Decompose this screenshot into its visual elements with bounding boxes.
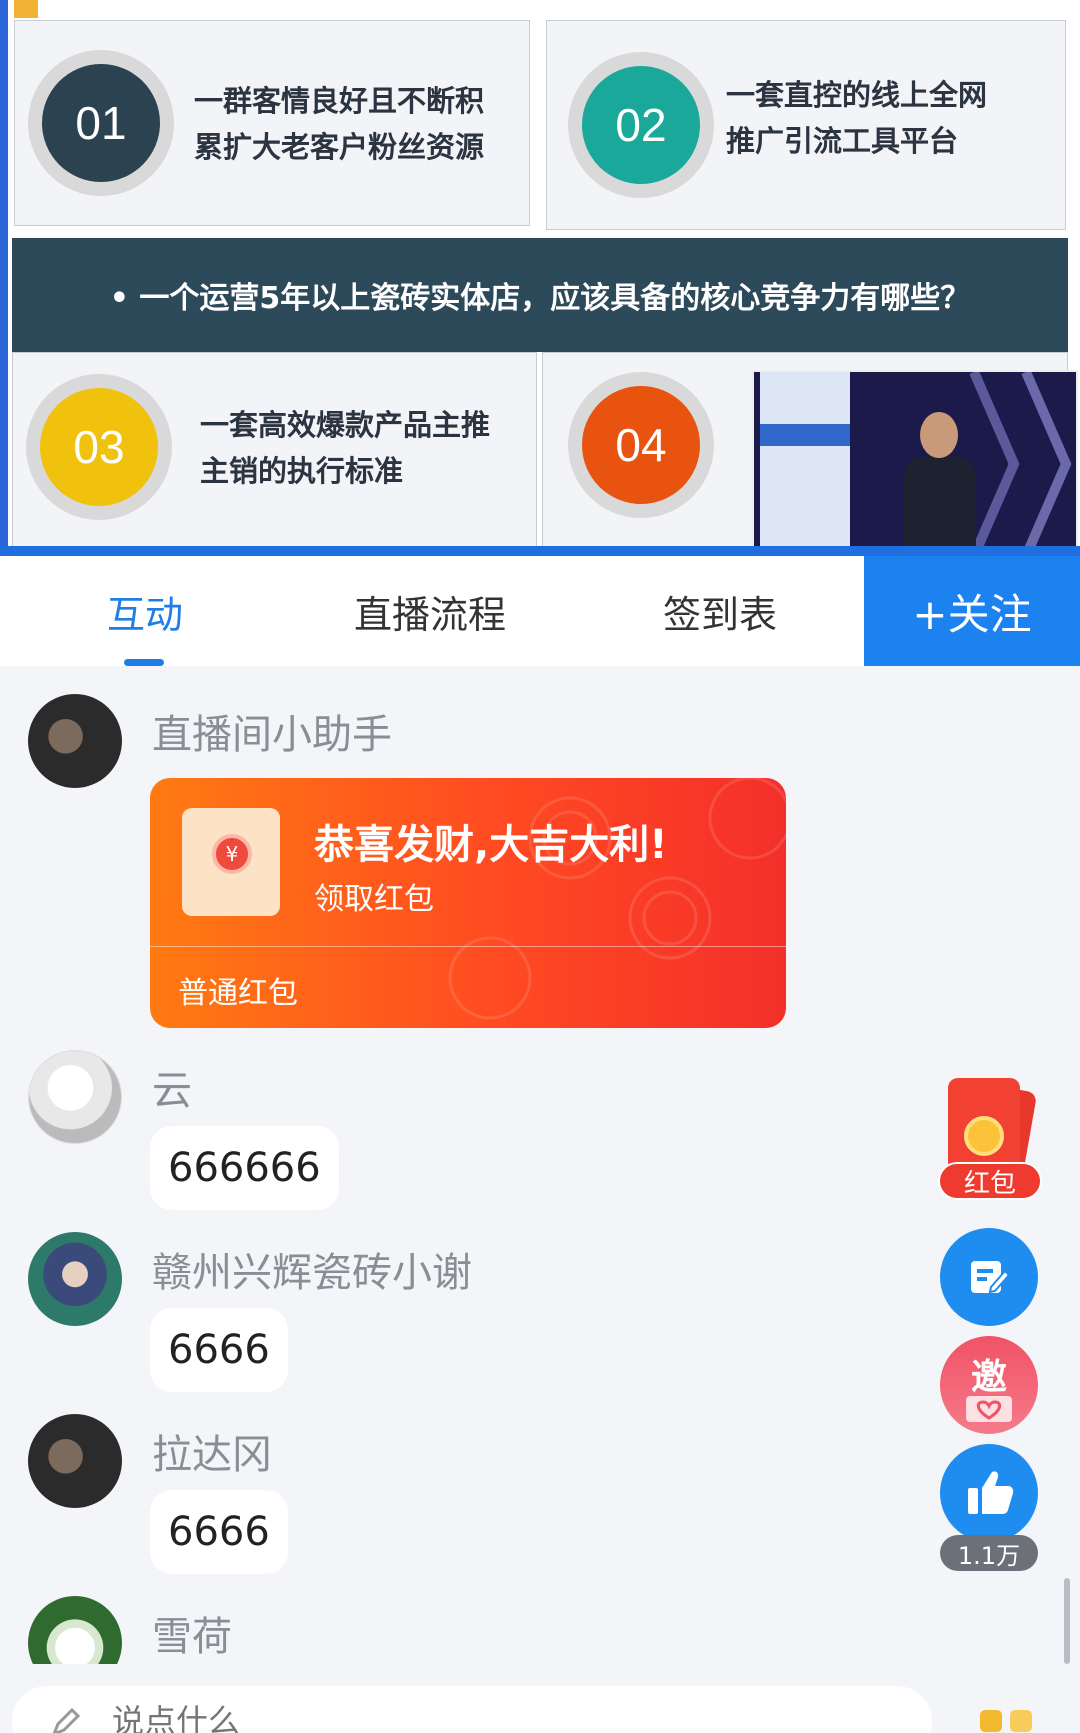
- avatar[interactable]: [28, 694, 122, 788]
- invite-label: 邀: [970, 1357, 1007, 1398]
- thumbs-up-icon: [968, 1471, 1014, 1514]
- follow-button[interactable]: +关注: [864, 556, 1080, 666]
- avatar[interactable]: [28, 1050, 122, 1144]
- slide-number-badge: 03: [26, 374, 172, 520]
- comment-input[interactable]: [112, 1696, 812, 1733]
- tab-bar: 互动 直播流程 签到表 +关注: [0, 556, 1080, 666]
- presenter-camera-thumbnail[interactable]: [752, 370, 1078, 554]
- chat-username: 云: [152, 1068, 192, 1114]
- redpacket-message[interactable]: ¥ 恭喜发财,大吉大利! 领取红包 普通红包: [150, 778, 786, 1028]
- envelope-icon: ¥: [182, 808, 280, 916]
- tab-signin-sheet[interactable]: 签到表: [620, 556, 820, 666]
- avatar[interactable]: [28, 1414, 122, 1508]
- chat-list[interactable]: 直播间小助手 ¥ 恭喜发财,大吉大利! 领取红包 普通红包 云 666666 赣…: [0, 666, 1080, 1664]
- chat-message-bubble: 6666: [150, 1490, 288, 1574]
- chat-message-bubble: 666666: [150, 1126, 339, 1210]
- chevron-decoration-icon: [1021, 372, 1072, 552]
- chat-scrollbar[interactable]: [1064, 1578, 1070, 1664]
- slide-question-banner: • 一个运营5年以上瓷砖实体店，应该具备的核心竞争力有哪些？: [12, 238, 1068, 352]
- slide-card-text: 一群客情良好且不断积 累扩大老客户粉丝资源: [194, 84, 485, 164]
- chat-username: 雪荷: [152, 1614, 232, 1660]
- tab-live-flow[interactable]: 直播流程: [330, 556, 530, 666]
- slide-number-badge: 01: [28, 50, 174, 196]
- chat-username: 拉达冈: [152, 1432, 272, 1478]
- active-tab-indicator: [124, 659, 164, 666]
- signin-edit-button[interactable]: [940, 1228, 1038, 1326]
- slide-top-mark: [14, 0, 38, 18]
- chat-message-bubble: 6666: [150, 1308, 288, 1392]
- chat-username: 赣州兴辉瓷砖小谢: [152, 1250, 472, 1296]
- more-apps-icon[interactable]: [980, 1710, 1034, 1733]
- redpacket-action: 领取红包: [314, 882, 434, 917]
- slide-left-stripe: [0, 0, 8, 556]
- slide-bottom-bar: [0, 546, 1080, 556]
- presenter-figure: [904, 456, 976, 552]
- invite-button[interactable]: 邀: [940, 1336, 1038, 1434]
- chat-username: 直播间小助手: [152, 712, 392, 758]
- slide-card-text: 一套直控的线上全网 推广引流工具平台: [726, 78, 988, 158]
- redpacket-divider: [150, 946, 786, 947]
- redpacket-title: 恭喜发财,大吉大利!: [314, 822, 668, 868]
- slide-number-badge: 04: [568, 372, 714, 518]
- presenter-head: [920, 412, 958, 458]
- slide-number-badge: 02: [568, 52, 714, 198]
- like-count: 1.1万: [940, 1535, 1038, 1571]
- avatar[interactable]: [28, 1232, 122, 1326]
- redpacket-float-button[interactable]: 红包: [936, 1078, 1044, 1202]
- bottom-input-bar: [0, 1664, 1080, 1733]
- avatar[interactable]: [28, 1596, 122, 1664]
- edit-icon: [971, 1261, 1011, 1294]
- tab-interaction[interactable]: 互动: [60, 556, 230, 666]
- like-button[interactable]: [940, 1444, 1038, 1542]
- slide-card-text: 一套高效爆款产品主推 主销的执行标准: [200, 408, 491, 488]
- redpacket-type: 普通红包: [178, 976, 298, 1011]
- heart-envelope-icon: [966, 1396, 1012, 1422]
- comment-input-container[interactable]: [12, 1686, 932, 1733]
- redpacket-float-label: 红包: [938, 1162, 1042, 1200]
- pen-icon: [52, 1707, 81, 1733]
- live-video-area[interactable]: 01 02 03 04 一群客情良好且不断积 累扩大老客户粉丝资源 一套直控的线…: [0, 0, 1080, 556]
- presenter-screen: [760, 372, 850, 552]
